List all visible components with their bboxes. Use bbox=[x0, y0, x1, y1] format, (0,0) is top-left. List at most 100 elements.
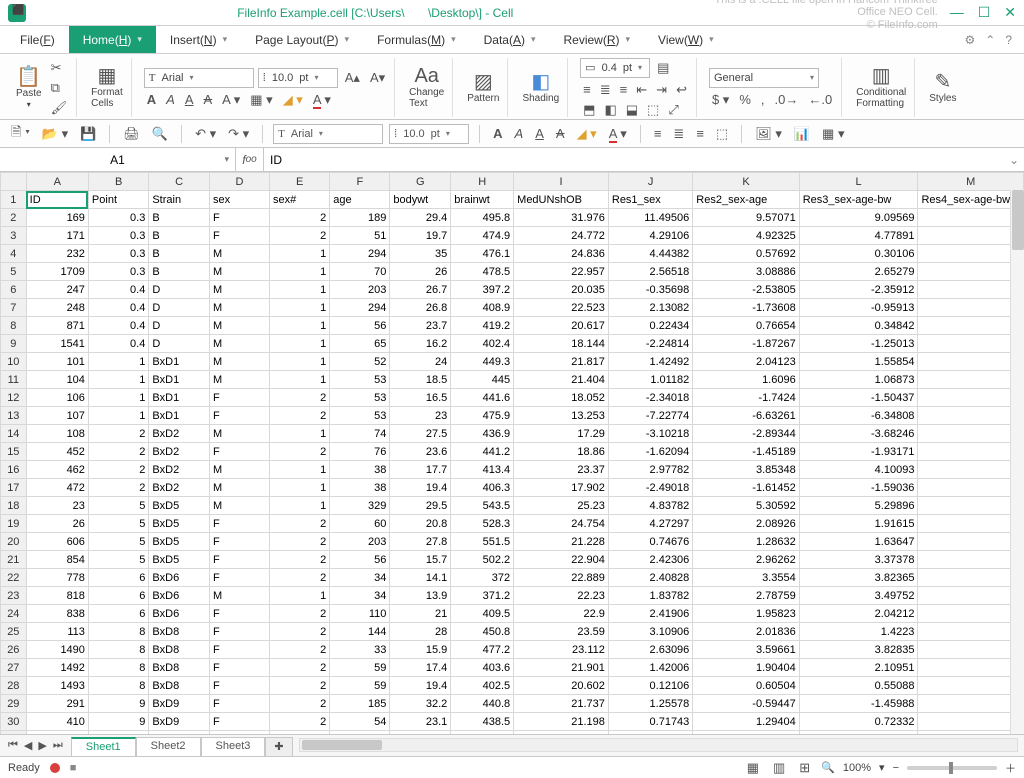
row-header[interactable]: 22 bbox=[1, 569, 27, 587]
cell[interactable]: 452 bbox=[26, 443, 88, 461]
cell[interactable]: 65 bbox=[330, 335, 390, 353]
cell[interactable]: 2 bbox=[88, 425, 148, 443]
cell[interactable]: 0.00575 bbox=[608, 731, 692, 735]
cell[interactable]: 1 bbox=[269, 425, 329, 443]
row-header[interactable]: 13 bbox=[1, 407, 27, 425]
cell[interactable] bbox=[918, 209, 1024, 227]
orient-icon[interactable]: ⤢ bbox=[665, 102, 681, 118]
cell[interactable]: M bbox=[209, 317, 269, 335]
cell[interactable]: F bbox=[209, 641, 269, 659]
print-icon[interactable]: 🖨 bbox=[120, 126, 143, 142]
cell[interactable]: -1.25013 bbox=[799, 335, 918, 353]
cell[interactable]: 54 bbox=[330, 731, 390, 735]
cell[interactable]: 5 bbox=[88, 533, 148, 551]
cell[interactable]: 3.85348 bbox=[693, 461, 799, 479]
cell[interactable]: 20.8 bbox=[390, 515, 451, 533]
cell[interactable]: 56 bbox=[330, 317, 390, 335]
row-header[interactable]: 17 bbox=[1, 479, 27, 497]
cell[interactable]: 2.56518 bbox=[608, 263, 692, 281]
menu-formulas[interactable]: Formulas(M)▾ bbox=[363, 26, 470, 53]
cell[interactable]: 2 bbox=[269, 443, 329, 461]
cell[interactable]: 3.49752 bbox=[799, 587, 918, 605]
cell[interactable]: 21 bbox=[390, 605, 451, 623]
cell[interactable]: 441.2 bbox=[451, 443, 514, 461]
cell[interactable]: 838 bbox=[26, 605, 88, 623]
horizontal-scrollbar[interactable] bbox=[299, 738, 1018, 753]
cell[interactable]: 413.4 bbox=[451, 461, 514, 479]
cell[interactable]: 2 bbox=[269, 209, 329, 227]
cell[interactable]: -0.95913 bbox=[799, 299, 918, 317]
cell[interactable]: 2 bbox=[269, 389, 329, 407]
valign-bot-icon[interactable]: ⬓ bbox=[623, 102, 641, 118]
cell[interactable]: BxD2 bbox=[149, 479, 210, 497]
cell[interactable]: 169 bbox=[26, 209, 88, 227]
row-header[interactable]: 23 bbox=[1, 587, 27, 605]
cell[interactable]: 818 bbox=[26, 587, 88, 605]
font-select[interactable]: TArial▾ bbox=[144, 68, 254, 88]
cell[interactable]: 1 bbox=[918, 659, 1024, 677]
cell[interactable]: 436.9 bbox=[451, 425, 514, 443]
cell[interactable]: 477.2 bbox=[451, 641, 514, 659]
cell[interactable]: 52 bbox=[330, 353, 390, 371]
cell[interactable]: 21.901 bbox=[514, 659, 609, 677]
cell[interactable]: 1 bbox=[918, 497, 1024, 515]
cell[interactable]: 462 bbox=[26, 461, 88, 479]
row-header[interactable]: 6 bbox=[1, 281, 27, 299]
cell[interactable]: 0.4 bbox=[88, 299, 148, 317]
cell[interactable]: -2.53805 bbox=[693, 281, 799, 299]
row-header[interactable]: 20 bbox=[1, 533, 27, 551]
cell[interactable]: 1 bbox=[269, 479, 329, 497]
cell[interactable]: 60 bbox=[330, 515, 390, 533]
cell[interactable]: 0 bbox=[918, 713, 1024, 731]
cell[interactable]: F bbox=[209, 623, 269, 641]
cell[interactable]: 18.144 bbox=[514, 335, 609, 353]
cell[interactable]: 8 bbox=[88, 641, 148, 659]
comma-icon[interactable]: , bbox=[758, 92, 768, 107]
cell[interactable]: 1 bbox=[88, 353, 148, 371]
qa-insert-img[interactable]: 🖼 ▾ bbox=[752, 126, 785, 142]
cell[interactable]: BxD8 bbox=[149, 623, 210, 641]
cell[interactable]: F bbox=[209, 551, 269, 569]
save-icon[interactable]: 💾 bbox=[77, 126, 99, 142]
cell[interactable]: -3 bbox=[918, 425, 1024, 443]
cell[interactable]: 0.71743 bbox=[608, 713, 692, 731]
cell[interactable]: 1 bbox=[269, 371, 329, 389]
col-header[interactable]: K bbox=[693, 173, 799, 191]
row-header[interactable]: 26 bbox=[1, 641, 27, 659]
cell[interactable]: M bbox=[209, 353, 269, 371]
cell[interactable]: -2.24814 bbox=[608, 335, 692, 353]
cell[interactable]: 1.01182 bbox=[608, 371, 692, 389]
cell[interactable]: 2.78759 bbox=[693, 587, 799, 605]
cell[interactable]: 1 bbox=[269, 335, 329, 353]
cell[interactable]: -1 bbox=[918, 695, 1024, 713]
cell[interactable]: 409.5 bbox=[451, 605, 514, 623]
cell[interactable]: 0.74676 bbox=[608, 533, 692, 551]
cell[interactable]: 3.82835 bbox=[799, 641, 918, 659]
cell[interactable]: 1.42006 bbox=[608, 659, 692, 677]
fx-button[interactable]: foo bbox=[236, 148, 264, 171]
cell[interactable]: BxD2 bbox=[149, 443, 210, 461]
spreadsheet-grid[interactable]: ABCDEFGHIJKLM1IDPointStrainsexsex#agebod… bbox=[0, 172, 1024, 734]
cell[interactable]: 1492 bbox=[26, 659, 88, 677]
cell[interactable]: B bbox=[149, 209, 210, 227]
bold-button[interactable]: A bbox=[144, 92, 159, 107]
row-header[interactable]: 11 bbox=[1, 371, 27, 389]
cell[interactable]: 0.3 bbox=[88, 209, 148, 227]
qa-borders[interactable]: ▦ ▾ bbox=[819, 126, 847, 142]
percent-icon[interactable]: % bbox=[736, 92, 754, 107]
cell[interactable]: 2.96262 bbox=[693, 551, 799, 569]
cell[interactable]: 4.29106 bbox=[608, 227, 692, 245]
cell[interactable]: F bbox=[209, 713, 269, 731]
cell[interactable]: 1.91615 bbox=[799, 515, 918, 533]
cell[interactable]: -2.49018 bbox=[608, 479, 692, 497]
cell[interactable]: 59 bbox=[330, 659, 390, 677]
row-header[interactable]: 3 bbox=[1, 227, 27, 245]
cell[interactable]: 402.4 bbox=[451, 335, 514, 353]
fill-color-button[interactable]: ◢ ▾ bbox=[280, 92, 306, 108]
cell[interactable]: 23.6 bbox=[390, 443, 451, 461]
cell[interactable]: -1.45189 bbox=[693, 443, 799, 461]
cell[interactable]: 22.23 bbox=[514, 587, 609, 605]
copy-icon[interactable]: ⧉ bbox=[48, 80, 71, 96]
row-header[interactable]: 15 bbox=[1, 443, 27, 461]
cell[interactable]: -1.73608 bbox=[693, 299, 799, 317]
